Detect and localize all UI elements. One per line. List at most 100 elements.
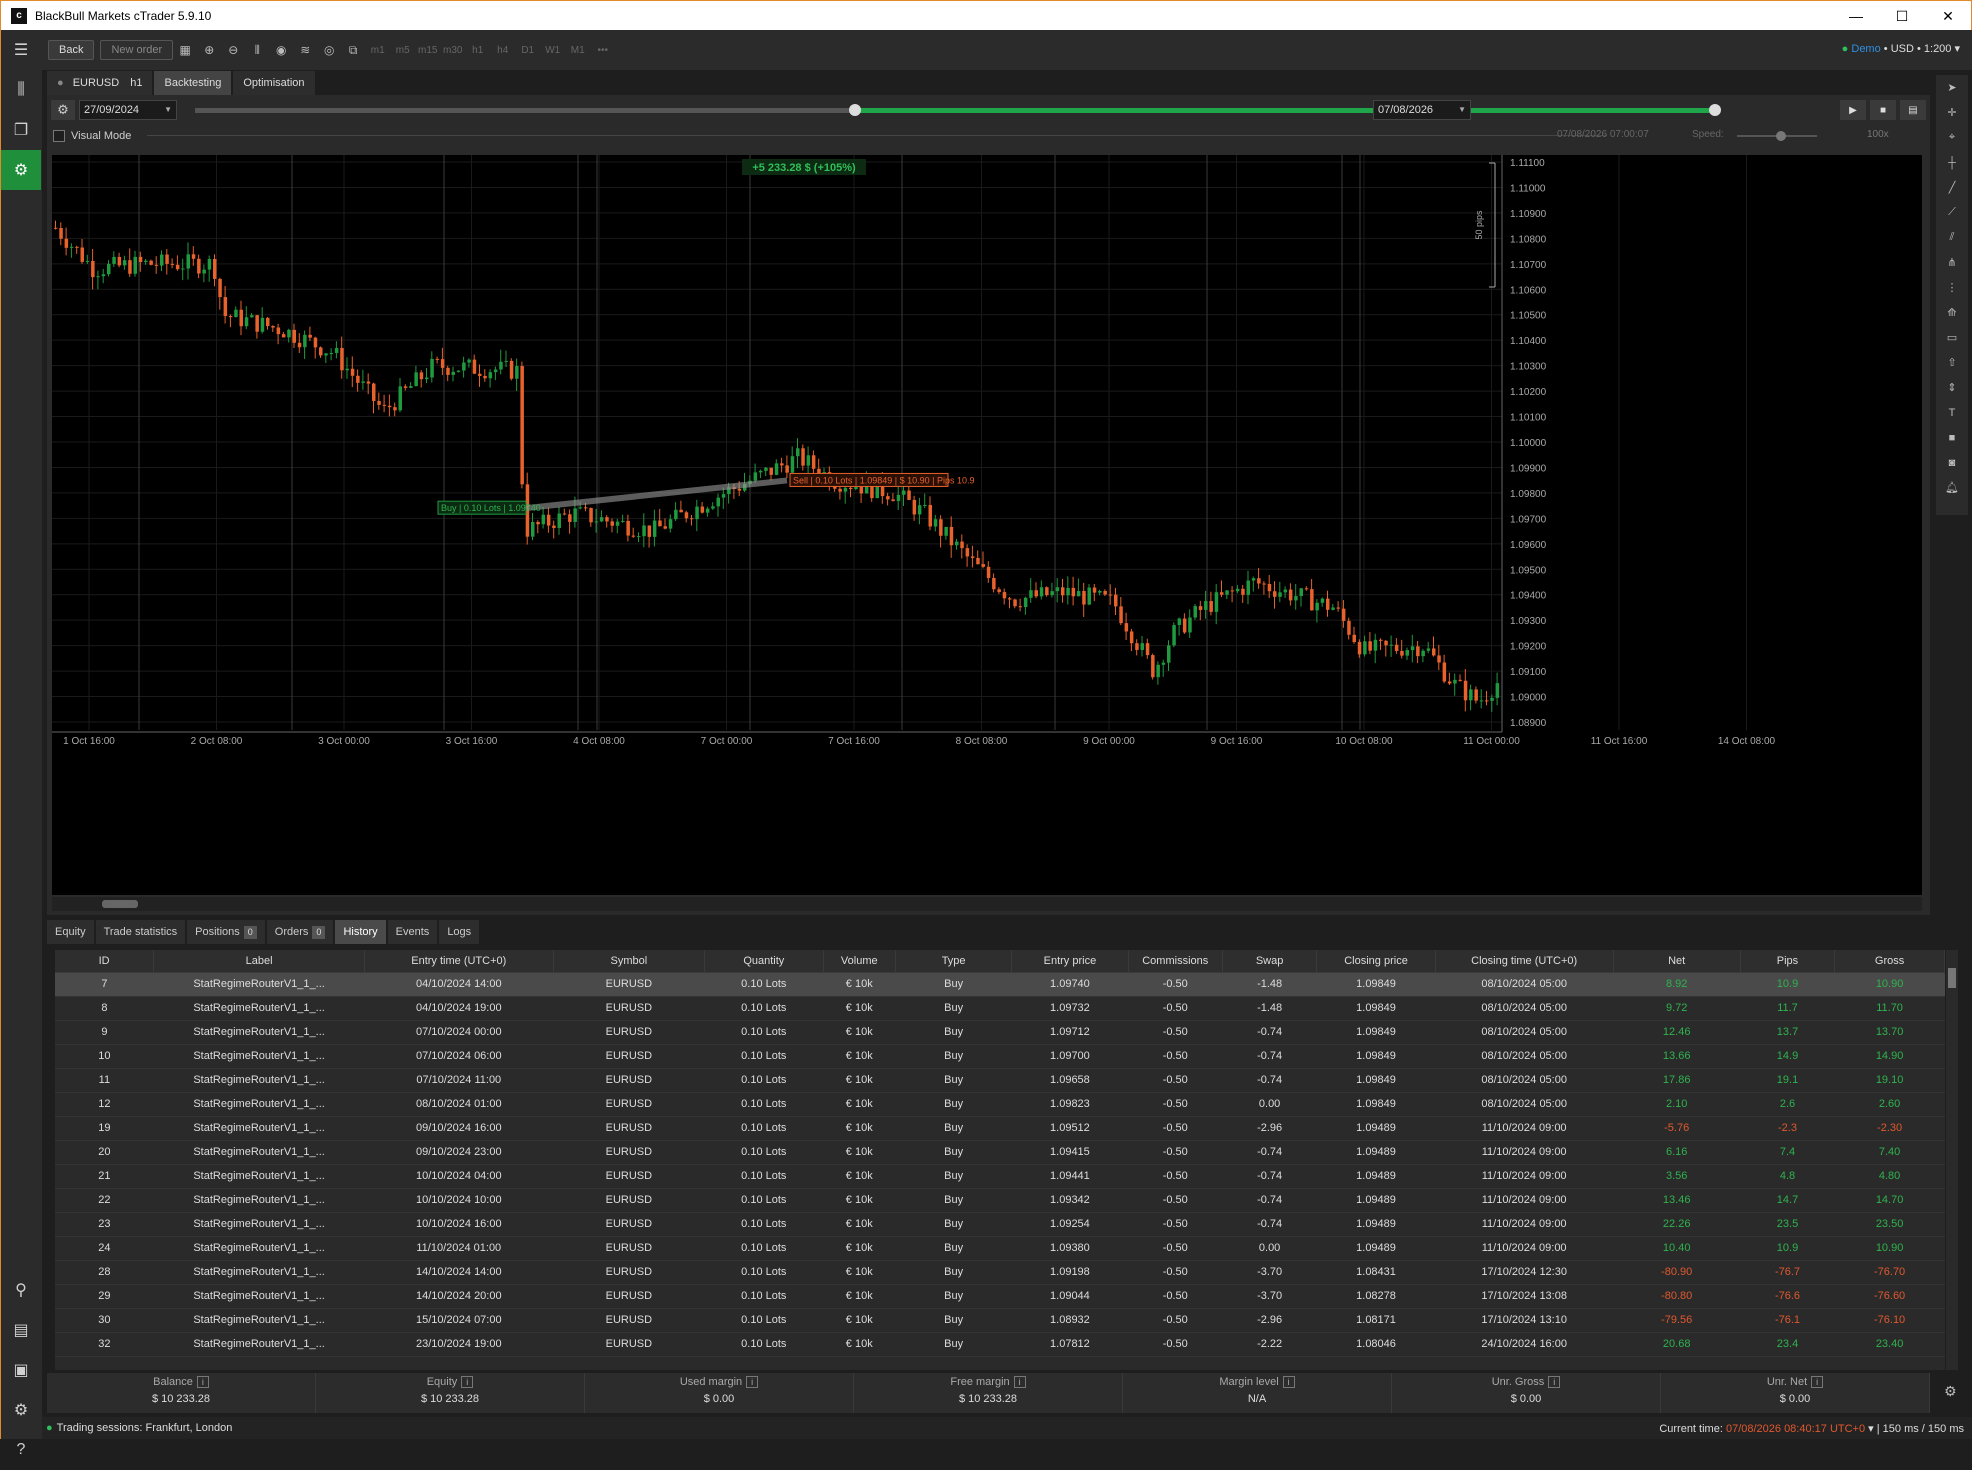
fan-icon[interactable]: ⟰ xyxy=(1940,300,1964,325)
zoom-icon[interactable]: ⚲ xyxy=(1,1270,41,1310)
tab-trade-statistics[interactable]: Trade statistics xyxy=(95,920,186,944)
text-icon[interactable]: T xyxy=(1940,400,1964,425)
crosshair-icon[interactable]: ✛ xyxy=(1940,100,1964,125)
column-header[interactable]: Gross xyxy=(1834,950,1945,973)
table-row[interactable]: 22 StatRegimeRouterV1_1_... 10/10/2024 10:… xyxy=(55,1188,1945,1213)
fibonacci-icon[interactable]: ⋮ xyxy=(1940,275,1964,300)
tab-backtesting[interactable]: Backtesting xyxy=(154,71,232,95)
column-header[interactable]: Swap xyxy=(1222,950,1318,973)
stop-button[interactable]: ■ xyxy=(1870,100,1896,120)
layers-icon[interactable]: ≋ xyxy=(293,40,317,60)
arrow-icon[interactable]: ⇧ xyxy=(1940,350,1964,375)
table-row[interactable]: 19 StatRegimeRouterV1_1_... 09/10/2024 16:… xyxy=(55,1116,1945,1141)
close-button[interactable]: ✕ xyxy=(1925,1,1971,31)
scrollbar-thumb[interactable] xyxy=(102,900,138,908)
column-header[interactable]: Net xyxy=(1613,950,1741,973)
info-icon[interactable]: i xyxy=(1548,1376,1561,1388)
channel-icon[interactable]: ⫽ xyxy=(1940,225,1964,250)
store-icon[interactable]: ▤ xyxy=(1,1310,41,1350)
date-range-slider[interactable] xyxy=(195,104,1721,116)
table-row[interactable]: 10 StatRegimeRouterV1_1_... 07/10/2024 06:… xyxy=(55,1044,1945,1069)
measure-icon[interactable]: ⇕ xyxy=(1940,375,1964,400)
table-row[interactable]: 8 StatRegimeRouterV1_1_... 04/10/2024 19:0… xyxy=(55,996,1945,1021)
table-row[interactable]: 7 StatRegimeRouterV1_1_... 04/10/2024 14:0… xyxy=(55,972,1945,997)
info-icon[interactable]: i xyxy=(1013,1376,1026,1388)
zoom-in-icon[interactable]: ⊕ xyxy=(197,40,221,60)
table-row[interactable]: 24 StatRegimeRouterV1_1_... 11/10/2024 01:… xyxy=(55,1236,1945,1261)
play-button[interactable]: ▶ xyxy=(1840,100,1866,120)
table-row[interactable]: 23 StatRegimeRouterV1_1_... 10/10/2024 16:… xyxy=(55,1212,1945,1237)
info-icon[interactable]: i xyxy=(461,1376,474,1388)
start-date-picker[interactable]: 27/09/2024 ▼ xyxy=(79,100,177,120)
trade-icon[interactable]: ⫼ xyxy=(1,70,41,110)
column-header[interactable]: Label xyxy=(153,950,365,973)
visual-mode-checkbox[interactable] xyxy=(53,130,65,142)
new-order-button[interactable]: New order xyxy=(100,40,174,60)
column-header[interactable]: Symbol xyxy=(553,950,706,973)
info-icon[interactable]: i xyxy=(1282,1376,1295,1388)
settings-icon[interactable]: ⚙ xyxy=(1,1390,41,1430)
info-icon[interactable]: i xyxy=(196,1376,209,1388)
timezone-label[interactable]: UTC+0 xyxy=(1830,1423,1865,1435)
history-vertical-scrollbar[interactable] xyxy=(1946,950,1958,1370)
tab-orders[interactable]: Orders 0 xyxy=(266,920,334,944)
column-header[interactable]: Closing price xyxy=(1316,950,1436,973)
price-chart[interactable]: 1.11100 1.11000 1.10900 1.10800 1.10700 1.106… xyxy=(52,155,1922,895)
column-header[interactable]: Volume xyxy=(823,950,896,973)
tab-events[interactable]: Events xyxy=(387,920,438,944)
timeframe-m5[interactable]: m5 xyxy=(390,40,415,60)
end-date-picker[interactable]: 07/08/2026 ▼ xyxy=(1373,100,1471,120)
rectangle-icon[interactable]: ▭ xyxy=(1940,325,1964,350)
snapshot-icon[interactable]: ⧉ xyxy=(341,40,365,60)
timeframe-mn1[interactable]: M1 xyxy=(565,40,590,60)
speed-slider-handle[interactable] xyxy=(1776,131,1786,141)
table-row[interactable]: 30 StatRegimeRouterV1_1_... 15/10/2024 07:… xyxy=(55,1308,1945,1333)
footer-settings-icon[interactable]: ⚙ xyxy=(1944,1383,1957,1400)
chart-type-icon[interactable]: ⫴ xyxy=(245,40,269,60)
table-row[interactable]: 12 StatRegimeRouterV1_1_... 08/10/2024 01:… xyxy=(55,1092,1945,1117)
tab-equity[interactable]: Equity xyxy=(47,920,94,944)
column-header[interactable]: Closing time (UTC+0) xyxy=(1435,950,1614,973)
range-end-handle[interactable] xyxy=(1709,104,1721,116)
timeframe-h4[interactable]: h4 xyxy=(490,40,515,60)
table-row[interactable]: 28 StatRegimeRouterV1_1_... 14/10/2024 14:… xyxy=(55,1260,1945,1285)
candlestick-chart[interactable]: 1.11100 1.11000 1.10900 1.10800 1.10700 1.106… xyxy=(52,155,1922,895)
alert-icon[interactable]: 🔔︎ xyxy=(1940,475,1964,500)
copy-icon[interactable]: ❐ xyxy=(1,110,41,150)
color-icon[interactable]: ■ xyxy=(1940,425,1964,450)
minimize-button[interactable]: — xyxy=(1833,1,1879,31)
table-row[interactable]: 32 StatRegimeRouterV1_1_... 23/10/2024 19:… xyxy=(55,1332,1945,1357)
info-icon[interactable]: i xyxy=(746,1376,759,1388)
ray-icon[interactable]: ⟋ xyxy=(1940,200,1964,225)
more-icon[interactable]: ••• xyxy=(590,40,615,60)
table-row[interactable]: 29 StatRegimeRouterV1_1_... 14/10/2024 20:… xyxy=(55,1284,1945,1309)
trend-line-icon[interactable]: ╱ xyxy=(1940,175,1964,200)
timeframe-h1[interactable]: h1 xyxy=(465,40,490,60)
column-header[interactable]: Entry price xyxy=(1011,950,1129,973)
column-header[interactable]: Quantity xyxy=(704,950,824,973)
column-header[interactable]: Entry time (UTC+0) xyxy=(364,950,554,973)
tab-positions[interactable]: Positions 0 xyxy=(187,920,265,944)
help-icon[interactable]: ? xyxy=(1,1430,41,1470)
table-row[interactable]: 21 StatRegimeRouterV1_1_... 10/10/2024 04:… xyxy=(55,1164,1945,1189)
timeframe-m15[interactable]: m15 xyxy=(415,40,440,60)
back-button[interactable]: Back xyxy=(48,40,95,60)
zoom-out-icon[interactable]: ⊖ xyxy=(221,40,245,60)
horizontal-line-icon[interactable]: ┼ xyxy=(1940,150,1964,175)
timeframe-m30[interactable]: m30 xyxy=(440,40,465,60)
magnet-icon[interactable]: ⌖ xyxy=(1940,125,1964,150)
column-header[interactable]: ID xyxy=(55,950,155,973)
camera-icon[interactable]: ◙ xyxy=(1940,450,1964,475)
cursor-icon[interactable]: ➤ xyxy=(1940,75,1964,100)
indicators-icon[interactable]: ◉ xyxy=(269,40,293,60)
table-row[interactable]: 9 StatRegimeRouterV1_1_... 07/10/2024 00:0… xyxy=(55,1020,1945,1045)
table-row[interactable]: 11 StatRegimeRouterV1_1_... 07/10/2024 11:… xyxy=(55,1068,1945,1093)
column-header[interactable]: Commissions xyxy=(1128,950,1223,973)
pitchfork-icon[interactable]: ⋔ xyxy=(1940,250,1964,275)
timeframe-w1[interactable]: W1 xyxy=(540,40,565,60)
tab-logs[interactable]: Logs xyxy=(439,920,480,944)
tab-optimisation[interactable]: Optimisation xyxy=(233,71,315,95)
timeframe-d1[interactable]: D1 xyxy=(515,40,540,60)
range-start-handle[interactable] xyxy=(849,104,861,116)
report-button[interactable]: ▤ xyxy=(1900,100,1926,120)
